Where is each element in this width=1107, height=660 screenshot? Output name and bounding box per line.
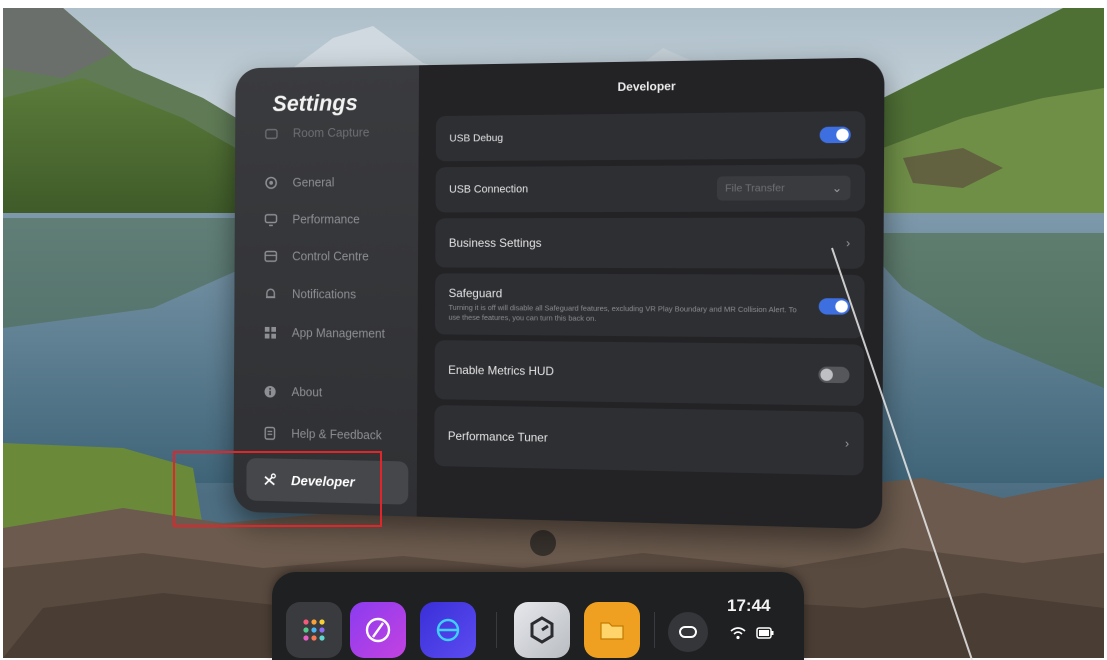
system-dock: 17:44	[272, 572, 804, 660]
dock-app-browser-blue[interactable]	[420, 602, 476, 658]
toggle-knob	[836, 128, 849, 142]
sidebar-item-label: Notifications	[291, 287, 357, 302]
clock-time: 17:44	[727, 596, 771, 615]
help-icon	[260, 422, 281, 444]
sidebar-item-label: Room Capture	[292, 125, 370, 141]
safeguard-description: Turning it is off will disable all Safeg…	[448, 303, 797, 323]
sidebar-item-notifications[interactable]: Notifications	[247, 277, 409, 313]
dock-app-files[interactable]	[584, 602, 640, 658]
toggle-knob	[835, 300, 848, 313]
dock-app-library[interactable]	[286, 602, 342, 658]
usb-connection-select[interactable]: File Transfer ⌄	[716, 175, 851, 201]
sidebar-item-help-feedback[interactable]: Help & Feedback	[247, 416, 409, 454]
dock-app-store[interactable]	[514, 602, 570, 658]
folder-icon	[600, 622, 624, 640]
metrics-hud-row[interactable]: Enable Metrics HUD	[434, 340, 865, 406]
safeguard-row[interactable]: Safeguard Turning it is off will disable…	[434, 273, 865, 339]
control-centre-icon	[261, 246, 282, 267]
settings-title: Settings	[272, 89, 358, 117]
sidebar-item-label: Performance	[292, 212, 360, 227]
gear-icon	[261, 172, 282, 193]
sidebar-item-room-capture[interactable]: Room Capture	[248, 120, 410, 145]
sidebar-item-label: General	[292, 175, 335, 190]
chevron-right-icon: ›	[844, 436, 850, 451]
business-settings-row[interactable]: Business Settings ›	[435, 217, 865, 269]
sidebar-item-label: Control Centre	[292, 249, 369, 264]
developer-highlight-box	[173, 451, 382, 527]
battery-icon	[756, 627, 774, 639]
dock-app-browser-purple[interactable]	[350, 602, 406, 658]
chevron-right-icon: ›	[845, 235, 851, 251]
room-capture-icon	[261, 123, 282, 144]
status-icons	[730, 626, 774, 640]
sidebar-item-control-centre[interactable]: Control Centre	[247, 239, 409, 274]
business-settings-label: Business Settings	[448, 236, 542, 250]
metrics-hud-label: Enable Metrics HUD	[448, 362, 555, 379]
usb-connection-row: USB Connection File Transfer ⌄	[435, 164, 866, 213]
dock-separator	[496, 612, 497, 648]
dock-separator	[654, 612, 655, 648]
settings-sidebar: Settings Room Capture General Performanc…	[233, 65, 420, 517]
sidebar-item-general[interactable]: General	[248, 164, 410, 200]
sidebar-item-label: App Management	[291, 326, 385, 341]
usb-connection-value: File Transfer	[725, 182, 785, 195]
usb-debug-row[interactable]: USB Debug	[435, 111, 866, 162]
sidebar-item-about[interactable]: About	[247, 374, 409, 411]
settings-content: Developer USB Debug USB Connection File …	[416, 57, 885, 530]
usb-debug-toggle[interactable]	[819, 126, 851, 144]
performance-tuner-row[interactable]: Performance Tuner ›	[434, 405, 864, 476]
safeguard-toggle[interactable]	[818, 298, 850, 315]
sidebar-item-label: About	[291, 385, 323, 400]
browser-icon	[436, 618, 460, 642]
toggle-knob	[820, 368, 833, 381]
page-title: Developer	[617, 79, 676, 94]
sidebar-item-app-management[interactable]: App Management	[247, 315, 409, 352]
safeguard-label: Safeguard	[448, 286, 503, 301]
apps-grid-icon	[260, 322, 281, 343]
metrics-hud-toggle[interactable]	[818, 366, 850, 384]
chevron-down-icon: ⌄	[831, 180, 843, 196]
performance-icon	[261, 209, 282, 230]
sidebar-item-label: Help & Feedback	[291, 426, 382, 443]
performance-tuner-label: Performance Tuner	[447, 428, 548, 445]
sidebar-item-performance[interactable]: Performance	[248, 202, 410, 237]
grid-dots-icon	[303, 619, 325, 641]
safeguard-text: Safeguard Turning it is off will disable…	[448, 286, 818, 324]
headset-icon	[679, 626, 697, 638]
usb-debug-label: USB Debug	[449, 132, 504, 145]
compass-icon	[365, 617, 391, 643]
hexagon-icon	[530, 616, 554, 644]
dock-headset-button[interactable]	[668, 612, 708, 652]
usb-connection-label: USB Connection	[449, 183, 529, 196]
wifi-icon	[730, 627, 746, 640]
info-icon	[260, 381, 281, 403]
bell-icon	[260, 283, 281, 304]
